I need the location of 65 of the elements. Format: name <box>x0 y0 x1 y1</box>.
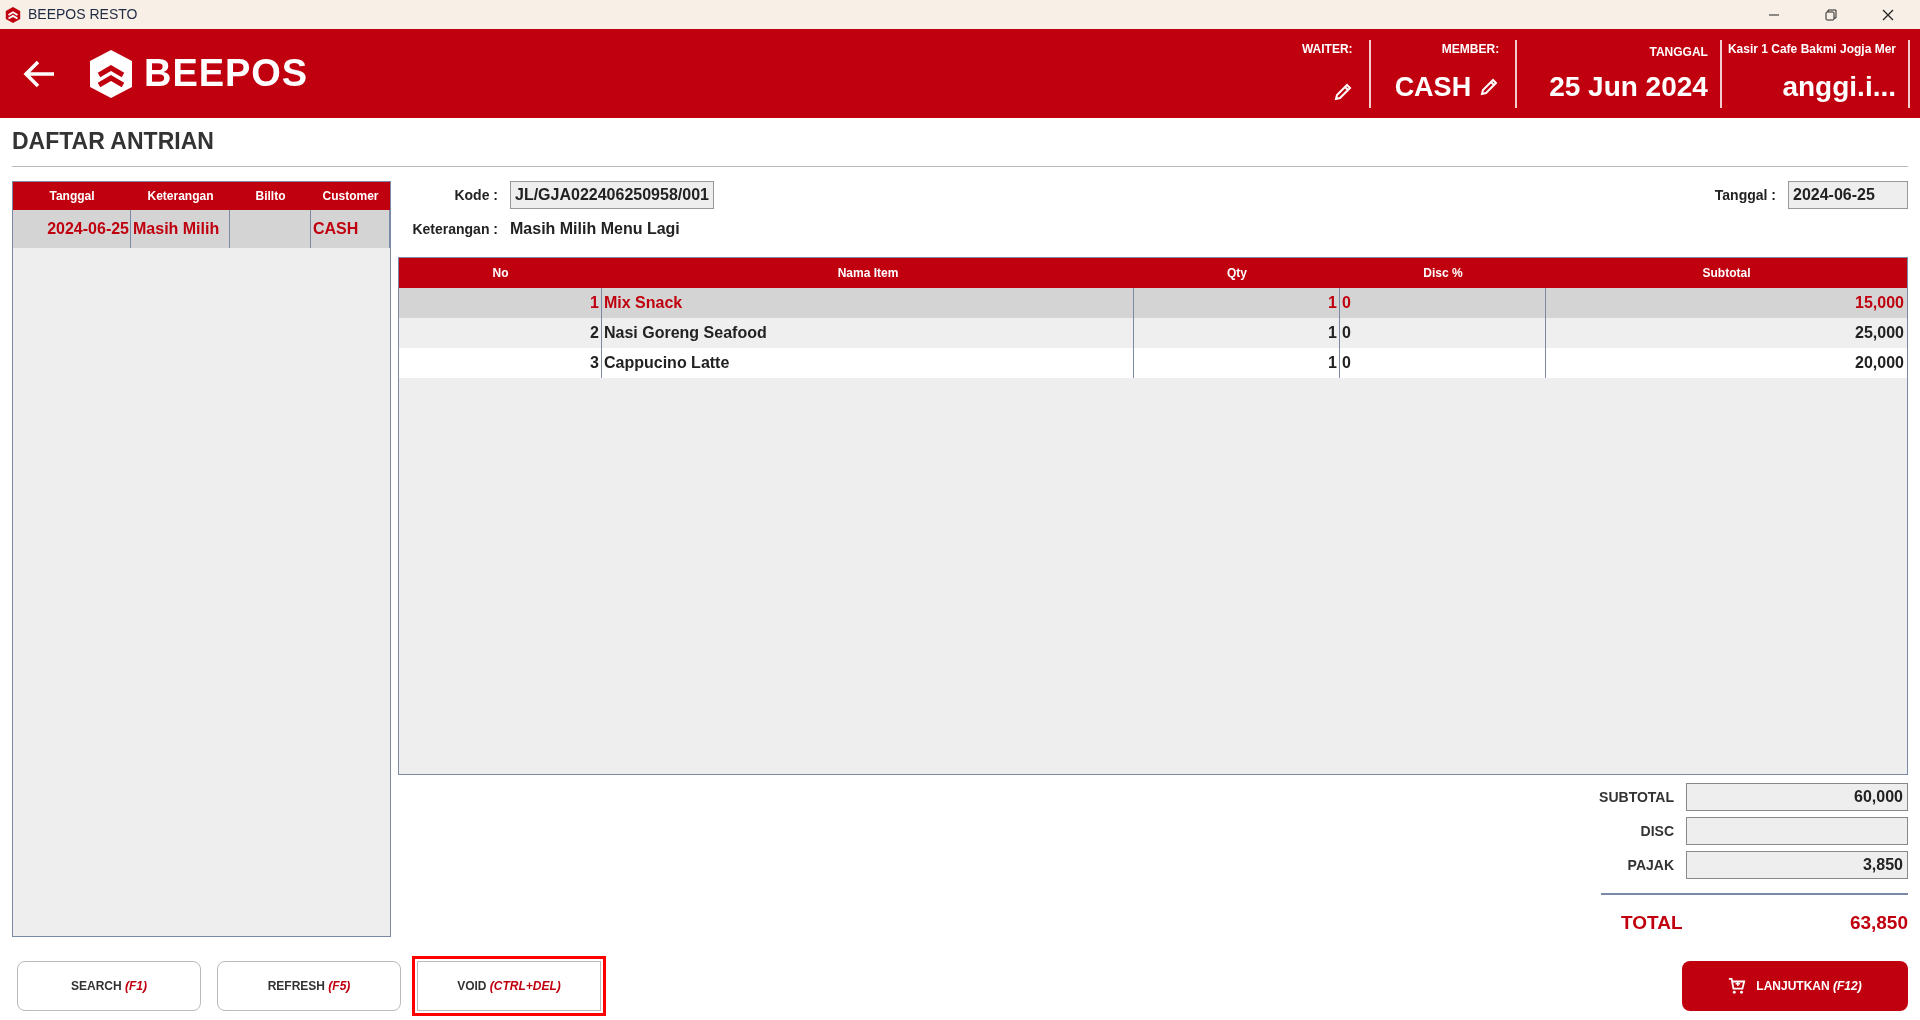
table-cell-text: 0 <box>1342 323 1351 343</box>
lanjutkan-button[interactable]: LANJUTKAN (F12) <box>1682 960 1908 1011</box>
total-row-label: SUBTOTAL <box>1598 787 1674 807</box>
total-row-label: DISC <box>1639 821 1674 841</box>
column-header: Nama Item <box>837 265 899 282</box>
window-title: BEEPOS RESTO <box>28 5 138 24</box>
column-header: Subtotal <box>1702 265 1751 282</box>
logo-icon <box>88 48 134 99</box>
app-logo-icon <box>4 5 22 24</box>
kode-field: JL/GJA022406250958/001 <box>510 181 714 209</box>
total-row-label: PAJAK <box>1626 855 1674 875</box>
table-cell-text: 15,000 <box>1855 293 1904 313</box>
table-cell-text: CASH <box>313 219 359 239</box>
column-header: Customer <box>322 188 379 205</box>
table-cell-text: 1 <box>1328 353 1337 373</box>
table-cell-text: 2 <box>590 323 599 343</box>
action-button[interactable]: VOID (CTRL+DEL) <box>412 955 606 1016</box>
keterangan-value: Masih Milih Menu Lagi <box>510 219 680 239</box>
total-value: 63,850 <box>1849 911 1908 935</box>
action-button[interactable]: REFRESH (F5) <box>217 960 401 1011</box>
page-title: DAFTAR ANTRIAN <box>12 126 214 156</box>
back-arrow-icon[interactable] <box>22 58 56 89</box>
tanggal-field: 2024-06-25 <box>1788 181 1908 209</box>
logo-text: BEEPOS <box>144 51 309 96</box>
table-cell-text: Nasi Goreng Seafood <box>604 323 767 343</box>
cashier-label: Kasir 1 Cafe Bakmi Jogja Mer <box>1727 40 1896 58</box>
user-name: anggi.i... <box>1782 69 1896 104</box>
table-cell-text: 1 <box>1328 293 1337 313</box>
column-header: No <box>492 265 509 282</box>
kode-label: Kode : <box>453 185 498 205</box>
pencil-icon[interactable] <box>1479 77 1500 98</box>
member-label: MEMBER: <box>1441 40 1500 58</box>
table-cell-text: 1 <box>1328 323 1337 343</box>
member-value: CASH <box>1394 71 1472 104</box>
close-icon[interactable] <box>1882 8 1894 21</box>
queue-row[interactable]: 2024-06-25 Masih Milih CASH <box>13 210 390 248</box>
item-row[interactable]: 1 Mix Snack 1 0 15,000 <box>399 288 1907 318</box>
column-header: Billto <box>255 188 286 205</box>
cart-plus-icon <box>1728 976 1747 995</box>
tanggal-label: Tanggal : <box>1714 185 1776 205</box>
date-label: TANGGAL <box>1649 43 1708 61</box>
keterangan-label: Keterangan : <box>411 219 498 239</box>
table-cell-text: 3 <box>590 353 599 373</box>
amount-field: 60,000 <box>1686 783 1908 811</box>
date-value: 25 Jun 2024 <box>1549 69 1708 104</box>
table-cell-text: Cappucino Latte <box>604 353 730 373</box>
column-header: Tanggal <box>49 188 95 205</box>
pencil-icon[interactable] <box>1332 81 1353 102</box>
table-cell-text: Masih Milih <box>133 219 220 239</box>
table-cell-text: 0 <box>1342 293 1351 313</box>
column-header: Keterangan <box>147 188 214 205</box>
action-button[interactable]: SEARCH (F1) <box>17 960 201 1011</box>
table-cell-text: 2024-06-25 <box>47 219 129 239</box>
amount-field: 3,850 <box>1686 851 1908 879</box>
table-cell-text: 25,000 <box>1855 323 1904 343</box>
column-header: Qty <box>1227 265 1247 282</box>
restore-icon[interactable] <box>1825 8 1837 21</box>
total-label: TOTAL <box>1621 911 1683 935</box>
item-row[interactable]: 3 Cappucino Latte 1 0 20,000 <box>399 348 1907 378</box>
table-cell-text: 1 <box>590 293 599 313</box>
table-cell-text: 0 <box>1342 353 1351 373</box>
waiter-label: WAITER: <box>1301 40 1353 58</box>
column-header: Disc % <box>1423 265 1463 282</box>
table-cell-text: Mix Snack <box>604 293 683 313</box>
table-cell-text: 20,000 <box>1855 353 1904 373</box>
